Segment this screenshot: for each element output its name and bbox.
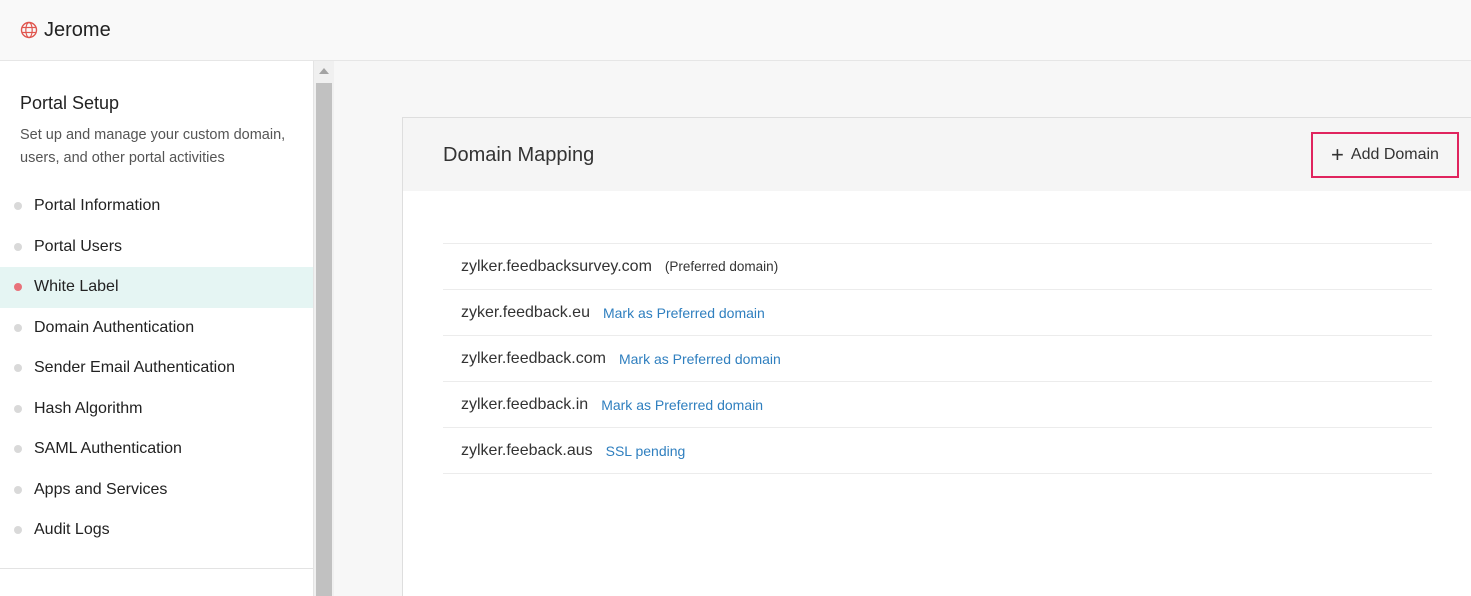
domain-name: zylker.feedback.in	[461, 395, 589, 413]
panel-title: Domain Mapping	[443, 144, 595, 166]
panel-header: Domain Mapping + Add Domain	[403, 118, 1471, 191]
sidebar-item-label: Audit Logs	[34, 521, 110, 539]
add-domain-label: Add Domain	[1350, 146, 1439, 163]
app-name: Jerome	[44, 18, 111, 41]
sidebar-item-label: Portal Information	[34, 197, 161, 215]
domain-name: zylker.feedbacksurvey.com	[461, 257, 652, 275]
list-item: zylker.feedback.in Mark as Preferred dom…	[443, 382, 1432, 428]
bullet-dot-icon	[14, 445, 22, 454]
ssl-pending-link[interactable]: SSL pending	[606, 443, 686, 459]
plus-icon: +	[1331, 142, 1344, 167]
sidebar-item-label: White Label	[34, 278, 119, 296]
domain-name: zylker.feeback.aus	[461, 441, 593, 459]
sidebar-item-portal-information[interactable]: Portal Information	[0, 186, 313, 227]
bullet-dot-icon	[14, 242, 22, 251]
domain-list: zylker.feedbacksurvey.com (Preferred dom…	[443, 243, 1432, 474]
sidebar-item-audit-logs[interactable]: Audit Logs	[0, 510, 313, 551]
list-item: zylker.feedbacksurvey.com (Preferred dom…	[443, 244, 1432, 290]
sidebar-item-portal-users[interactable]: Portal Users	[0, 227, 313, 268]
sidebar-scrollbar[interactable]	[314, 61, 334, 596]
sidebar-item-label: Domain Authentication	[34, 318, 195, 336]
list-item: zyker.feedback.eu Mark as Preferred doma…	[443, 290, 1432, 336]
sidebar-title: Portal Setup	[20, 93, 120, 113]
bullet-dot-icon	[14, 364, 22, 373]
sidebar-item-apps-and-services[interactable]: Apps and Services	[0, 470, 313, 511]
globe-icon	[20, 21, 38, 39]
sidebar-item-label: SAML Authentication	[34, 440, 182, 458]
top-bar: Jerome	[0, 0, 1471, 61]
mark-preferred-link[interactable]: Mark as Preferred domain	[601, 397, 763, 413]
mark-preferred-link[interactable]: Mark as Preferred domain	[603, 305, 765, 321]
sidebar-item-white-label[interactable]: White Label	[0, 267, 313, 308]
bullet-dot-icon	[14, 404, 22, 413]
sidebar-item-domain-authentication[interactable]: Domain Authentication	[0, 308, 313, 349]
sidebar-item-label: Hash Algorithm	[34, 399, 143, 417]
domain-mapping-panel: Domain Mapping + Add Domain zylker.feedb…	[402, 117, 1471, 596]
bullet-dot-icon	[14, 323, 22, 332]
preferred-domain-note: (Preferred domain)	[664, 259, 779, 274]
sidebar-item-saml-authentication[interactable]: SAML Authentication	[0, 429, 313, 470]
sidebar-item-label: Sender Email Authentication	[34, 359, 236, 377]
domain-name: zylker.feedback.com	[461, 349, 606, 367]
add-domain-button[interactable]: + Add Domain	[1311, 132, 1459, 178]
sidebar-description: Set up and manage your custom domain, us…	[20, 127, 286, 166]
list-item: zylker.feeback.aus SSL pending	[443, 428, 1432, 474]
scrollbar-thumb[interactable]	[316, 83, 332, 596]
sidebar-item-label: Apps and Services	[34, 480, 168, 498]
domain-name: zyker.feedback.eu	[461, 303, 590, 321]
sidebar: Portal Setup Set up and manage your cust…	[0, 61, 314, 596]
arrow-up-icon[interactable]	[319, 68, 329, 74]
bullet-dot-icon	[14, 485, 22, 494]
bullet-dot-icon	[14, 202, 22, 211]
bullet-dot-icon	[14, 526, 22, 535]
sidebar-divider	[0, 568, 313, 569]
sidebar-item-sender-email-authentication[interactable]: Sender Email Authentication	[0, 348, 313, 389]
sidebar-item-label: Portal Users	[34, 237, 123, 255]
sidebar-menu: Portal Information Portal Users White La…	[0, 186, 313, 551]
mark-preferred-link[interactable]: Mark as Preferred domain	[619, 351, 781, 367]
bullet-dot-icon	[14, 283, 22, 292]
list-item: zylker.feedback.com Mark as Preferred do…	[443, 336, 1432, 382]
sidebar-item-hash-algorithm[interactable]: Hash Algorithm	[0, 389, 313, 430]
brand[interactable]: Jerome	[20, 19, 111, 42]
